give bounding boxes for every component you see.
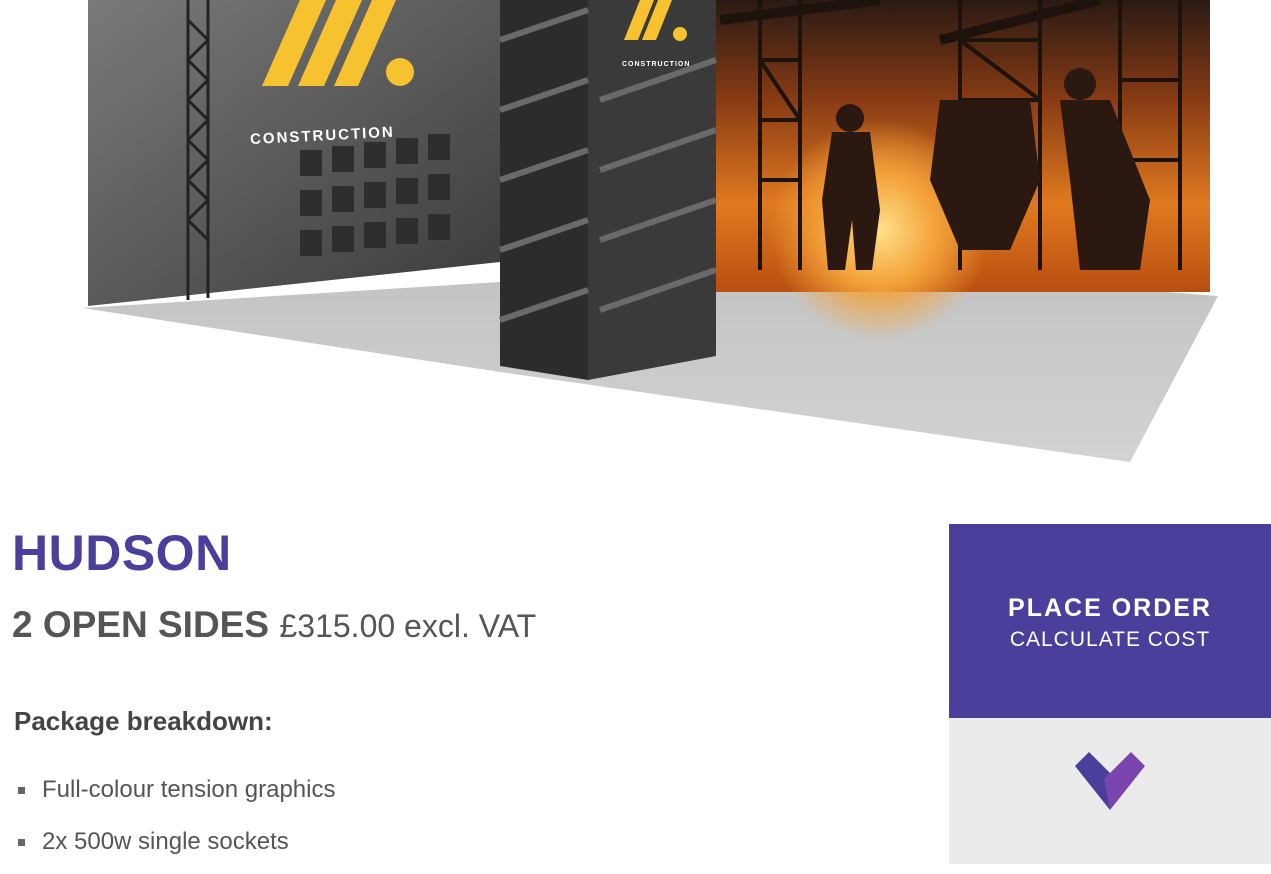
price-label: £315.00 excl. VAT xyxy=(279,608,537,644)
hero-image: CONSTRUCTION CONSTRUCTION xyxy=(0,0,1271,470)
product-title: HUDSON xyxy=(12,525,232,581)
open-sides-label: 2 OPEN SIDES xyxy=(12,604,270,645)
tower-right-face xyxy=(588,0,716,380)
bullet-icon xyxy=(18,839,25,846)
list-item-label: Full-colour tension graphics xyxy=(42,776,336,803)
place-order-button[interactable]: PLACE ORDER CALCULATE COST xyxy=(949,524,1271,718)
chevron-down-icon xyxy=(1075,752,1145,810)
list-item-label: 2x 500w single sockets xyxy=(42,828,289,855)
list-item: Full-colour tension graphics xyxy=(14,770,335,822)
package-breakdown-list: Full-colour tension graphics 2x 500w sin… xyxy=(14,770,335,874)
tower-logo-text: CONSTRUCTION xyxy=(622,61,690,68)
calculate-cost-label: CALCULATE COST xyxy=(1009,628,1211,651)
exhibition-stand-illustration: CONSTRUCTION CONSTRUCTION xyxy=(82,0,1218,462)
tower-left-face xyxy=(500,0,588,380)
list-item: 2x 500w single sockets xyxy=(14,822,335,874)
product-subtitle: 2 OPEN SIDES £315.00 excl. VAT xyxy=(12,604,536,646)
place-order-label: PLACE ORDER xyxy=(1008,594,1212,622)
bullet-icon xyxy=(18,787,25,794)
expand-order-toggle[interactable] xyxy=(949,718,1271,864)
package-breakdown-heading: Package breakdown: xyxy=(14,706,273,736)
order-panel: PLACE ORDER CALCULATE COST xyxy=(949,524,1271,864)
